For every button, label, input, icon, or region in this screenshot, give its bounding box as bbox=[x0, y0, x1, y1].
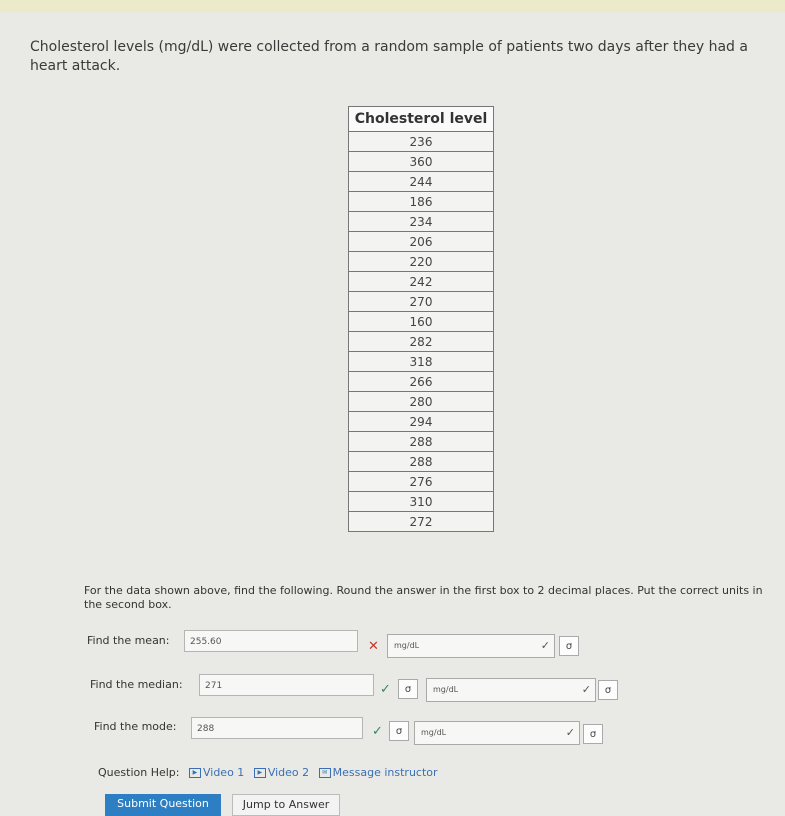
sigma-icon[interactable]: σ bbox=[398, 679, 418, 699]
table-row: 270 bbox=[348, 291, 494, 312]
message-instructor-link[interactable]: ✉ Message instructor bbox=[318, 766, 438, 779]
mode-unit-value: mg/dL bbox=[421, 728, 447, 737]
correct-check-icon: ✓ bbox=[581, 683, 591, 696]
sigma-icon[interactable]: σ bbox=[559, 636, 579, 656]
envelope-icon: ✉ bbox=[318, 768, 331, 778]
video-icon: ▶ bbox=[253, 768, 266, 778]
instructions: For the data shown above, find the follo… bbox=[84, 584, 763, 611]
incorrect-x-icon: ✕ bbox=[368, 639, 379, 654]
table-row: 280 bbox=[348, 391, 494, 412]
question-help: Question Help: ▶ Video 1 ▶ Video 2 ✉ Messag… bbox=[98, 766, 438, 779]
video-1-link[interactable]: ▶ Video 1 bbox=[188, 766, 245, 779]
problem-statement: Cholesterol levels (mg/dL) were collecte… bbox=[30, 39, 748, 74]
mean-unit-value: mg/dL bbox=[394, 641, 420, 650]
sigma-icon[interactable]: σ bbox=[389, 721, 409, 741]
message-instructor-label: Message instructor bbox=[332, 766, 438, 779]
table-row: 236 bbox=[348, 131, 494, 152]
table-row: 272 bbox=[348, 511, 494, 532]
table-row: 294 bbox=[348, 411, 494, 432]
video-2-link[interactable]: ▶ Video 2 bbox=[253, 766, 310, 779]
correct-check-icon: ✓ bbox=[540, 639, 550, 652]
mode-unit-select[interactable]: mg/dL ✓ bbox=[414, 721, 580, 745]
table-row: 234 bbox=[348, 211, 494, 232]
mean-input[interactable]: 255.60 bbox=[184, 630, 358, 652]
median-label: Find the median: bbox=[90, 678, 183, 691]
video-icon: ▶ bbox=[188, 768, 201, 778]
table-row: 276 bbox=[348, 471, 494, 492]
mean-label: Find the mean: bbox=[87, 634, 170, 647]
table-header: Cholesterol level bbox=[348, 106, 494, 132]
question-help-label: Question Help: bbox=[98, 766, 180, 779]
median-input[interactable]: 271 bbox=[199, 674, 374, 696]
table-row: 244 bbox=[348, 171, 494, 192]
table-row: 220 bbox=[348, 251, 494, 272]
table-row: 186 bbox=[348, 191, 494, 212]
correct-check-icon: ✓ bbox=[565, 726, 575, 739]
mean-unit-select[interactable]: mg/dL ✓ bbox=[387, 634, 555, 658]
table-row: 318 bbox=[348, 351, 494, 372]
mode-label: Find the mode: bbox=[94, 720, 177, 733]
table-row: 266 bbox=[348, 371, 494, 392]
mode-input[interactable]: 288 bbox=[191, 717, 363, 739]
table-row: 206 bbox=[348, 231, 494, 252]
table-row: 360 bbox=[348, 151, 494, 172]
correct-check-icon: ✓ bbox=[380, 682, 391, 697]
table-row: 288 bbox=[348, 451, 494, 472]
table-row: 288 bbox=[348, 431, 494, 452]
sigma-icon[interactable]: σ bbox=[583, 724, 603, 744]
table-row: 242 bbox=[348, 271, 494, 292]
table-row: 160 bbox=[348, 311, 494, 332]
correct-check-icon: ✓ bbox=[372, 724, 383, 739]
table-row: 310 bbox=[348, 491, 494, 512]
median-unit-value: mg/dL bbox=[433, 685, 459, 694]
table-row: 282 bbox=[348, 331, 494, 352]
video-2-label: Video 2 bbox=[267, 766, 310, 779]
video-1-label: Video 1 bbox=[202, 766, 245, 779]
cholesterol-table: Cholesterol level 236 360 244 186 234 20… bbox=[348, 106, 494, 532]
sigma-icon[interactable]: σ bbox=[598, 680, 618, 700]
median-unit-select[interactable]: mg/dL ✓ bbox=[426, 678, 596, 702]
top-strip bbox=[0, 0, 785, 12]
